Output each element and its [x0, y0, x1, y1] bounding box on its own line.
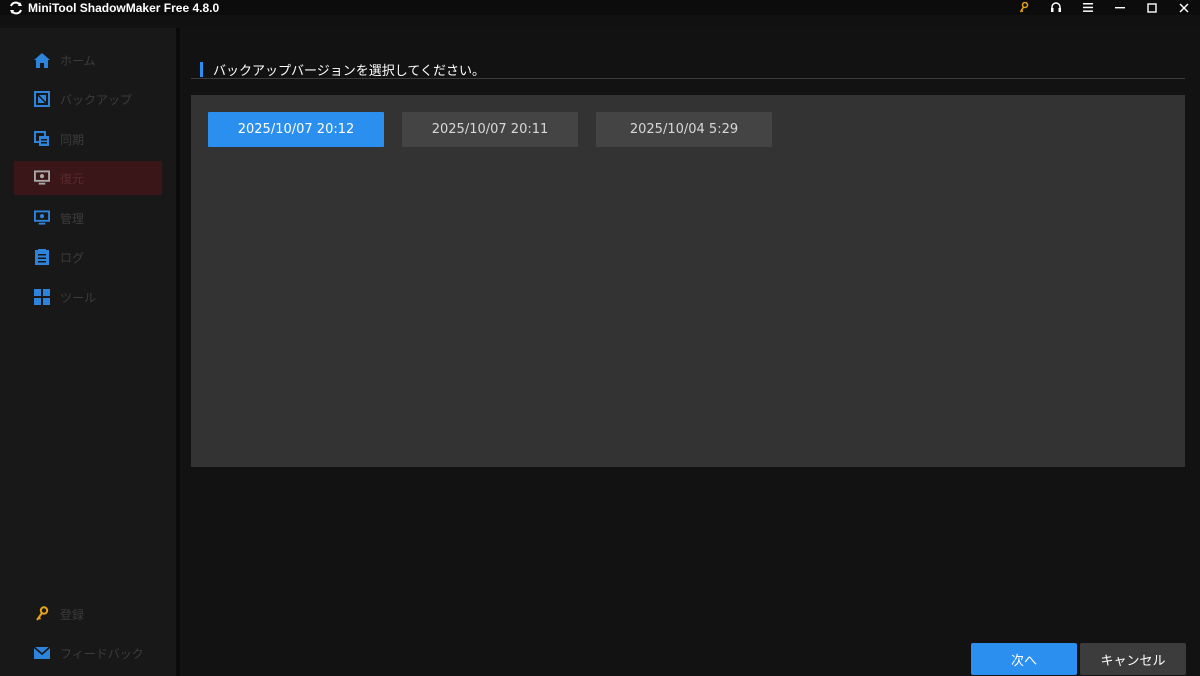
heading-divider: [191, 78, 1185, 79]
version-button[interactable]: 2025/10/04 5:29: [596, 112, 772, 147]
sidebar-item-label: 復元: [60, 171, 85, 186]
version-button-selected[interactable]: 2025/10/07 20:12: [208, 112, 384, 147]
title-bar: MiniTool ShadowMaker Free 4.8.0: [0, 0, 1200, 15]
sidebar-item-label: 登録: [60, 607, 85, 622]
menu-icon[interactable]: [1072, 0, 1104, 15]
cancel-button[interactable]: キャンセル: [1080, 643, 1186, 675]
sidebar-item-restore[interactable]: 復元: [14, 161, 162, 195]
version-button[interactable]: 2025/10/07 20:11: [402, 112, 578, 147]
close-icon[interactable]: [1168, 0, 1200, 15]
sidebar-item-log[interactable]: ログ: [14, 240, 162, 274]
sidebar-item-register[interactable]: 登録: [14, 597, 162, 631]
manage-icon: [34, 210, 50, 226]
sidebar-item-label: 管理: [60, 211, 85, 226]
sidebar-item-manage[interactable]: 管理: [14, 201, 162, 235]
sidebar-item-label: ログ: [60, 250, 85, 265]
sidebar-item-label: ツール: [60, 290, 97, 305]
section-heading: バックアップバージョンを選択してください。: [200, 60, 485, 79]
sidebar-item-sync[interactable]: 同期: [14, 122, 162, 156]
main-content: バックアップバージョンを選択してください。 2025/10/07 20:12 2…: [180, 28, 1200, 676]
log-icon: [34, 249, 50, 265]
home-icon: [34, 52, 50, 68]
key-icon: [34, 606, 50, 622]
sidebar-item-backup[interactable]: バックアップ: [14, 82, 162, 116]
sidebar-item-label: 同期: [60, 132, 85, 147]
sidebar-item-home[interactable]: ホーム: [14, 43, 162, 77]
app-logo-icon: [8, 0, 24, 15]
sidebar-item-label: フィードバック: [60, 646, 144, 661]
restore-icon: [34, 170, 50, 186]
sidebar-item-label: ホーム: [60, 53, 96, 68]
heading-accent-bar: [200, 62, 203, 77]
mail-icon: [34, 645, 50, 661]
support-headset-icon[interactable]: [1040, 0, 1072, 15]
sidebar-item-tools[interactable]: ツール: [14, 280, 162, 314]
app-title: MiniTool ShadowMaker Free 4.8.0: [28, 0, 220, 15]
page-title: バックアップバージョンを選択してください。: [213, 64, 485, 79]
sync-icon: [34, 131, 50, 147]
sidebar-item-feedback[interactable]: フィードバック: [14, 636, 162, 670]
backup-icon: [34, 91, 50, 107]
sidebar-item-label: バックアップ: [60, 92, 133, 107]
tools-icon: [34, 289, 50, 305]
version-list-panel: 2025/10/07 20:12 2025/10/07 20:11 2025/1…: [191, 95, 1185, 467]
next-button[interactable]: 次へ: [971, 643, 1077, 675]
minimize-icon[interactable]: [1104, 0, 1136, 15]
maximize-icon[interactable]: [1136, 0, 1168, 15]
register-key-icon[interactable]: [1008, 0, 1040, 15]
